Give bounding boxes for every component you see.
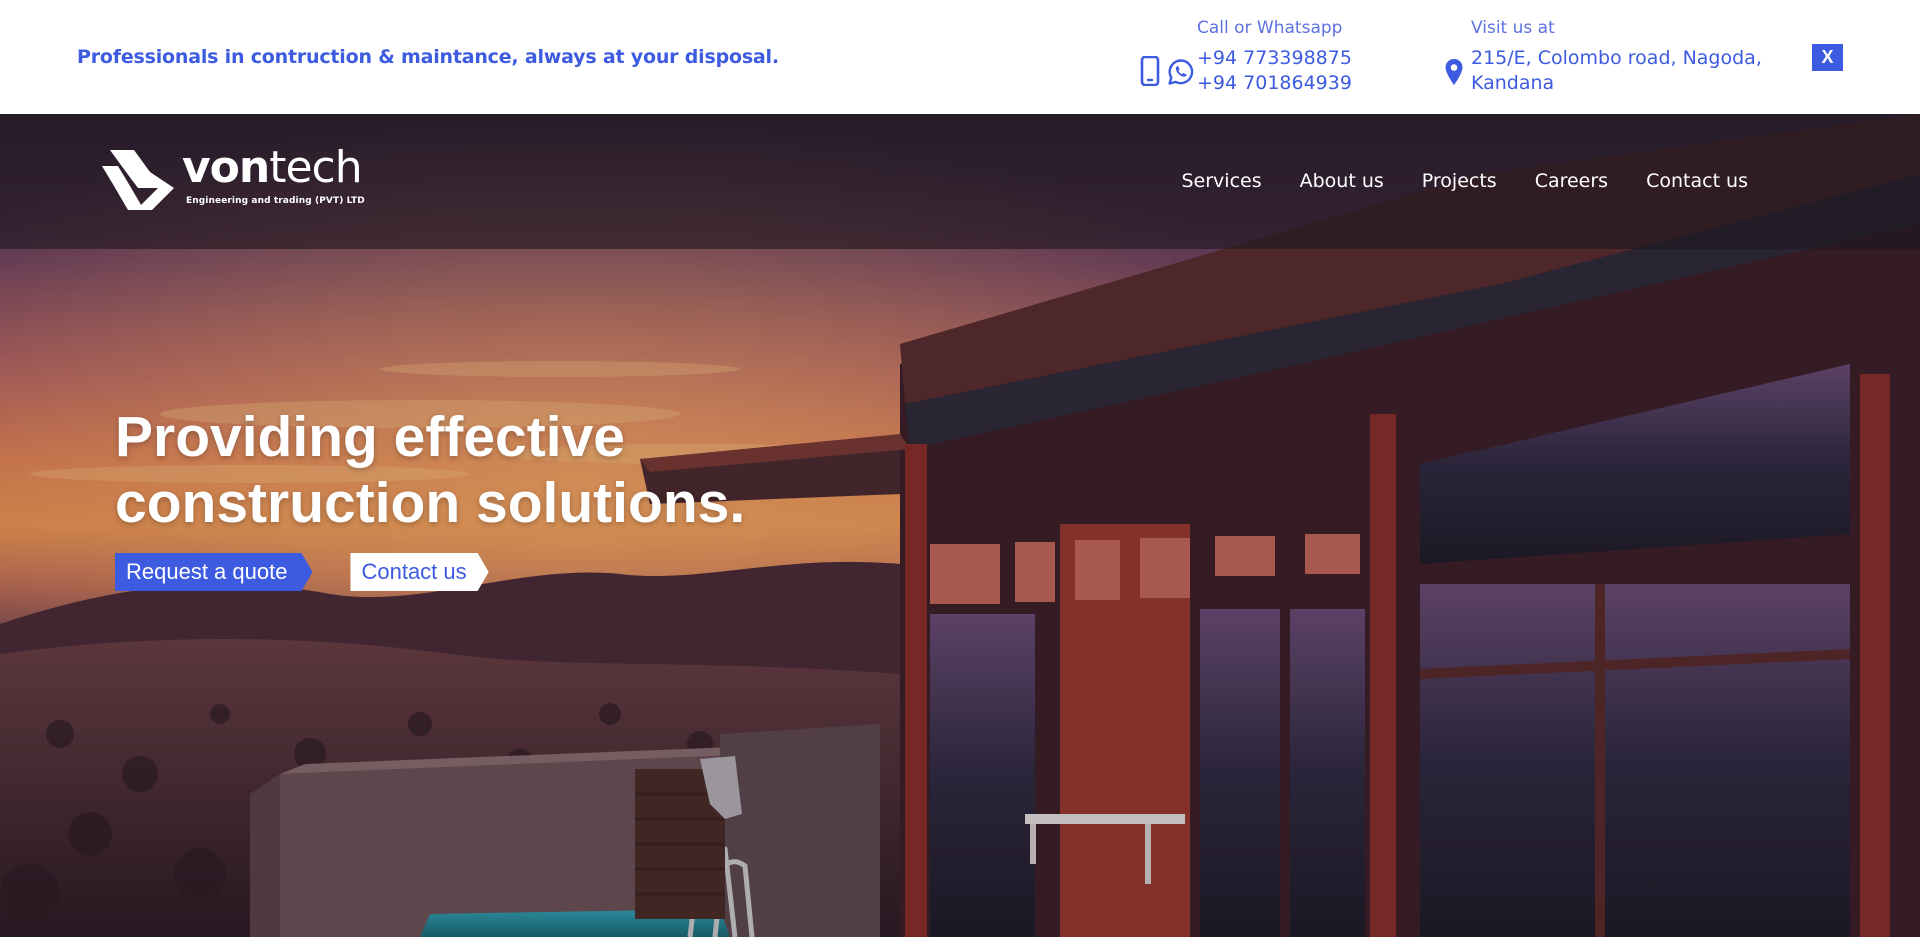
nav-item-projects[interactable]: Projects <box>1422 170 1497 192</box>
phone-number-1[interactable]: +94 773398875 <box>1197 46 1352 71</box>
primary-navigation: Services About us Projects Careers Conta… <box>1182 170 1749 192</box>
contact-block: Call or Whatsapp +94 773398875 +94 70186… <box>1140 18 1360 98</box>
brand-name-light: tech <box>269 142 362 193</box>
brand-name-bold: von <box>182 142 270 193</box>
hero-cta-row: Request a quote Contact us <box>115 553 489 591</box>
location-pin-icon <box>1445 59 1463 85</box>
address[interactable]: 215/E, Colombo road, Nagoda, Kandana <box>1471 46 1791 96</box>
visit-block: Visit us at 215/E, Colombo road, Nagoda,… <box>1444 18 1804 98</box>
vontech-logo-icon <box>102 150 174 210</box>
nav-item-about-us[interactable]: About us <box>1300 170 1384 192</box>
hero-headline-line-2: construction solutions. <box>115 471 746 535</box>
close-button[interactable]: X <box>1812 44 1843 71</box>
whatsapp-icon[interactable] <box>1167 58 1195 86</box>
brand-name: vontech <box>182 142 363 193</box>
nav-item-careers[interactable]: Careers <box>1535 170 1608 192</box>
request-quote-button[interactable]: Request a quote <box>115 553 312 591</box>
brand-subtitle: Engineering and trading (PVT) LTD <box>186 196 365 206</box>
contact-us-button[interactable]: Contact us <box>350 553 488 591</box>
tagline: Professionals in contruction & maintance… <box>77 46 779 68</box>
visit-label: Visit us at <box>1471 18 1555 38</box>
hero-headline: Providing effective construction solutio… <box>115 404 745 536</box>
hero-section: vontech Engineering and trading (PVT) LT… <box>0 114 1920 937</box>
mobile-phone-icon <box>1140 56 1160 86</box>
phone-numbers[interactable]: +94 773398875 +94 701864939 <box>1197 46 1352 96</box>
phone-number-2[interactable]: +94 701864939 <box>1197 71 1352 96</box>
call-label: Call or Whatsapp <box>1197 18 1343 38</box>
brand-logo[interactable]: vontech Engineering and trading (PVT) LT… <box>100 142 380 218</box>
main-navbar: vontech Engineering and trading (PVT) LT… <box>0 114 1920 249</box>
nav-item-services[interactable]: Services <box>1182 170 1262 192</box>
top-info-bar: Professionals in contruction & maintance… <box>0 0 1920 114</box>
hero-headline-line-1: Providing effective <box>115 405 625 469</box>
nav-item-contact-us[interactable]: Contact us <box>1646 170 1748 192</box>
